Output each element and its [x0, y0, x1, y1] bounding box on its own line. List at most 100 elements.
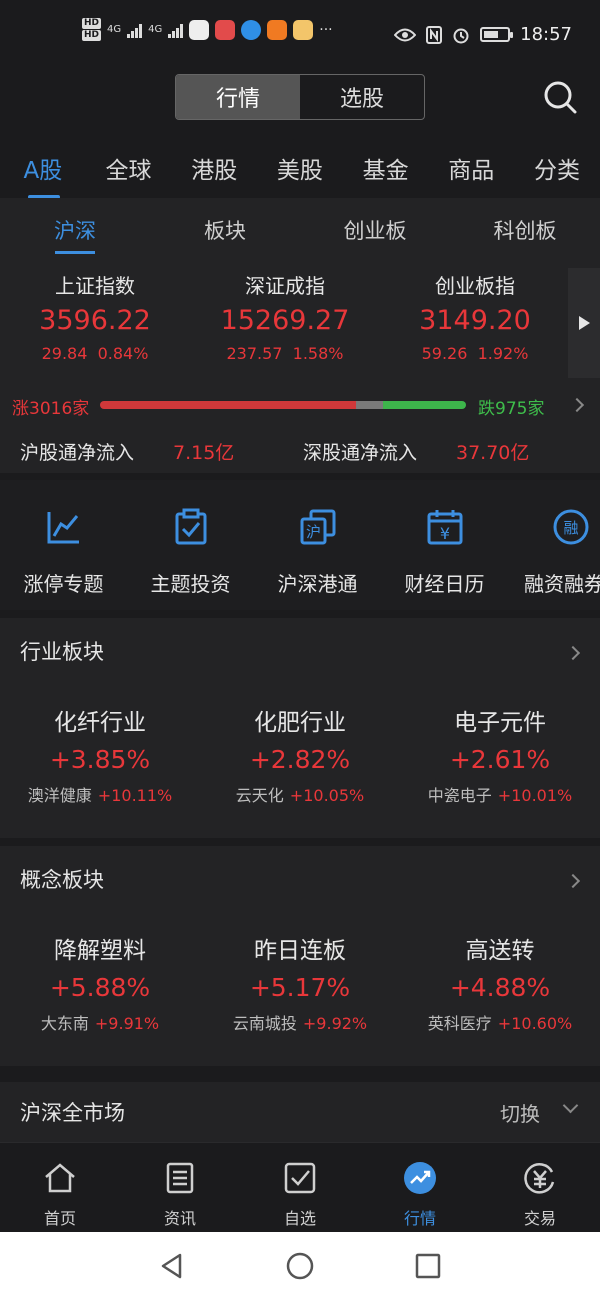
concept-name: 降解塑料 [54, 938, 146, 964]
shortcut-row: 涨停专题 主题投资 沪 沪深港通 ¥ 财经日历 融 融资融券 [0, 480, 600, 610]
sector-card[interactable]: 化纤行业 +3.85% 澳洋健康 +10.11% [0, 703, 200, 806]
section-title[interactable]: 行业板块 [20, 636, 104, 666]
concept-leader: 云南城投 +9.92% [232, 1014, 368, 1033]
tab-us[interactable]: 美股 [257, 151, 343, 185]
concept-card[interactable]: 高送转 +4.88% 英科医疗 +10.60% [400, 931, 600, 1034]
nav-market[interactable]: 行情 [360, 1143, 480, 1232]
status-bar-right: 18:57 [394, 24, 572, 45]
index-value: 3596.22 [39, 305, 151, 336]
shortcut-theme-invest[interactable]: 主题投资 [127, 508, 254, 597]
hd-badge-2: HD [82, 30, 102, 41]
tab-hk[interactable]: 港股 [171, 151, 257, 185]
market-breadth[interactable]: 涨3016家 跌975家 [0, 390, 600, 420]
sector-card[interactable]: 化肥行业 +2.82% 云天化 +10.05% [200, 703, 400, 806]
shortcut-hk-connect[interactable]: 沪 沪深港通 [254, 508, 381, 597]
index-name: 上证指数 [55, 274, 135, 298]
mode-segmented-control: 行情 选股 [175, 74, 425, 120]
hd-badge-1: HD [82, 18, 102, 29]
breadth-bar-flat [356, 401, 384, 409]
nav-home[interactable]: 首页 [0, 1143, 120, 1232]
concept-name: 高送转 [465, 938, 535, 964]
concept-change: +5.17% [249, 973, 351, 1002]
sector-change: +2.82% [249, 745, 351, 774]
main-tabs: A股 全球 港股 美股 基金 商品 分类 [0, 140, 600, 199]
recents-icon[interactable] [414, 1252, 442, 1280]
sector-leader: 中瓷电子 +10.01% [427, 786, 573, 805]
subtab-chinext[interactable]: 创业板 [300, 208, 450, 254]
nfc-icon [426, 25, 443, 44]
status-bar-left: HD HD 4G 4G ··· [82, 18, 333, 41]
shortcut-label: 财经日历 [404, 572, 485, 596]
market-trend-icon [404, 1162, 436, 1194]
shortcut-label: 融资融券 [524, 572, 600, 596]
sh-connect-label: 沪股通净流入 [20, 442, 135, 464]
chevron-right-icon[interactable] [565, 645, 581, 661]
nav-trade[interactable]: 交易 [480, 1143, 600, 1232]
system-nav-bar [0, 1232, 600, 1300]
sector-change: +2.61% [449, 745, 551, 774]
subtab-sector[interactable]: 板块 [150, 208, 300, 254]
advancers-count: 涨3016家 [12, 399, 90, 419]
sub-tabs: 沪深 板块 创业板 科创板 [0, 208, 600, 254]
index-card-sse[interactable]: 上证指数 3596.22 29.84 0.84% [0, 270, 190, 370]
eye-icon [394, 28, 417, 41]
sh-connect-value: 7.15亿 [173, 442, 235, 464]
section-title: 沪深全市场 [20, 1101, 125, 1125]
signal-icon [127, 22, 143, 38]
tab-global[interactable]: 全球 [86, 151, 172, 185]
subtab-shanghai-shenzhen[interactable]: 沪深 [0, 208, 150, 254]
nav-label: 自选 [283, 1209, 316, 1228]
status-time: 18:57 [520, 24, 572, 45]
sector-cards: 化纤行业 +3.85% 澳洋健康 +10.11% 化肥行业 +2.82% 云天化 +… [0, 703, 600, 806]
index-name: 创业板指 [435, 274, 515, 298]
fox-app-icon [267, 19, 288, 40]
concept-cards: 降解塑料 +5.88% 大东南 +9.91% 昨日连板 +5.17% 云南城投 +9… [0, 931, 600, 1034]
concept-change: +5.88% [49, 973, 151, 1002]
battery-icon [480, 27, 514, 42]
chevron-right-icon[interactable] [565, 873, 581, 889]
shortcut-limit-up[interactable]: 涨停专题 [0, 508, 127, 597]
hk-connect-icon: 沪 [300, 509, 335, 545]
shortcut-calendar[interactable]: ¥ 财经日历 [381, 508, 508, 597]
nav-news[interactable]: 资讯 [120, 1143, 240, 1232]
index-card-chinext[interactable]: 创业板指 3149.20 59.26 1.92% [380, 270, 570, 370]
search-icon[interactable] [543, 80, 577, 114]
sector-change: +3.85% [49, 745, 151, 774]
tab-category[interactable]: 分类 [514, 151, 600, 185]
index-value: 3149.20 [419, 305, 531, 336]
switch-button[interactable]: 切换 [500, 1098, 540, 1127]
chevron-right-icon [569, 397, 585, 413]
concept-card[interactable]: 昨日连板 +5.17% 云南城投 +9.92% [200, 931, 400, 1034]
subtab-star[interactable]: 科创板 [450, 208, 600, 254]
home-circle-icon[interactable] [286, 1252, 314, 1280]
concept-card[interactable]: 降解塑料 +5.88% 大东南 +9.91% [0, 931, 200, 1034]
nav-label: 交易 [523, 1209, 556, 1228]
breadth-bar-down [383, 401, 466, 409]
tab-fund[interactable]: 基金 [343, 151, 429, 185]
bottom-nav: 首页 资讯 自选 行情 交易 [0, 1142, 600, 1232]
segment-stock-picker[interactable]: 选股 [300, 75, 424, 119]
index-card-szse[interactable]: 深证成指 15269.27 237.57 1.58% [190, 270, 380, 370]
sector-card[interactable]: 电子元件 +2.61% 中瓷电子 +10.01% [400, 703, 600, 806]
industry-sectors: 行业板块 化纤行业 +3.85% 澳洋健康 +10.11% 化肥行业 +2.82%… [0, 618, 600, 838]
sector-name: 化纤行业 [54, 710, 146, 736]
index-list: 上证指数 3596.22 29.84 0.84% 深证成指 15269.27 2… [0, 270, 570, 370]
trade-yen-icon [524, 1163, 555, 1194]
more-indices-button[interactable] [568, 268, 600, 378]
tab-a-share[interactable]: A股 [0, 151, 86, 199]
calendar-yen-icon: ¥ [427, 510, 462, 545]
segment-market[interactable]: 行情 [176, 75, 300, 119]
news-icon [166, 1162, 194, 1194]
northbound-flows: 沪股通净流入 7.15亿 深股通净流入 37.70亿 [0, 438, 600, 468]
svg-text:融: 融 [563, 519, 578, 537]
nav-watchlist[interactable]: 自选 [240, 1143, 360, 1232]
chevron-down-icon[interactable] [562, 1097, 579, 1114]
shortcut-margin[interactable]: 融 融资融券 [508, 508, 600, 597]
home-icon [45, 1163, 75, 1193]
sz-connect-label: 深股通净流入 [303, 442, 418, 464]
network-label-2: 4G [148, 24, 163, 35]
tab-commodity[interactable]: 商品 [428, 151, 514, 185]
concept-name: 昨日连板 [254, 938, 346, 964]
section-title[interactable]: 概念板块 [20, 864, 104, 894]
back-icon[interactable] [158, 1252, 186, 1280]
